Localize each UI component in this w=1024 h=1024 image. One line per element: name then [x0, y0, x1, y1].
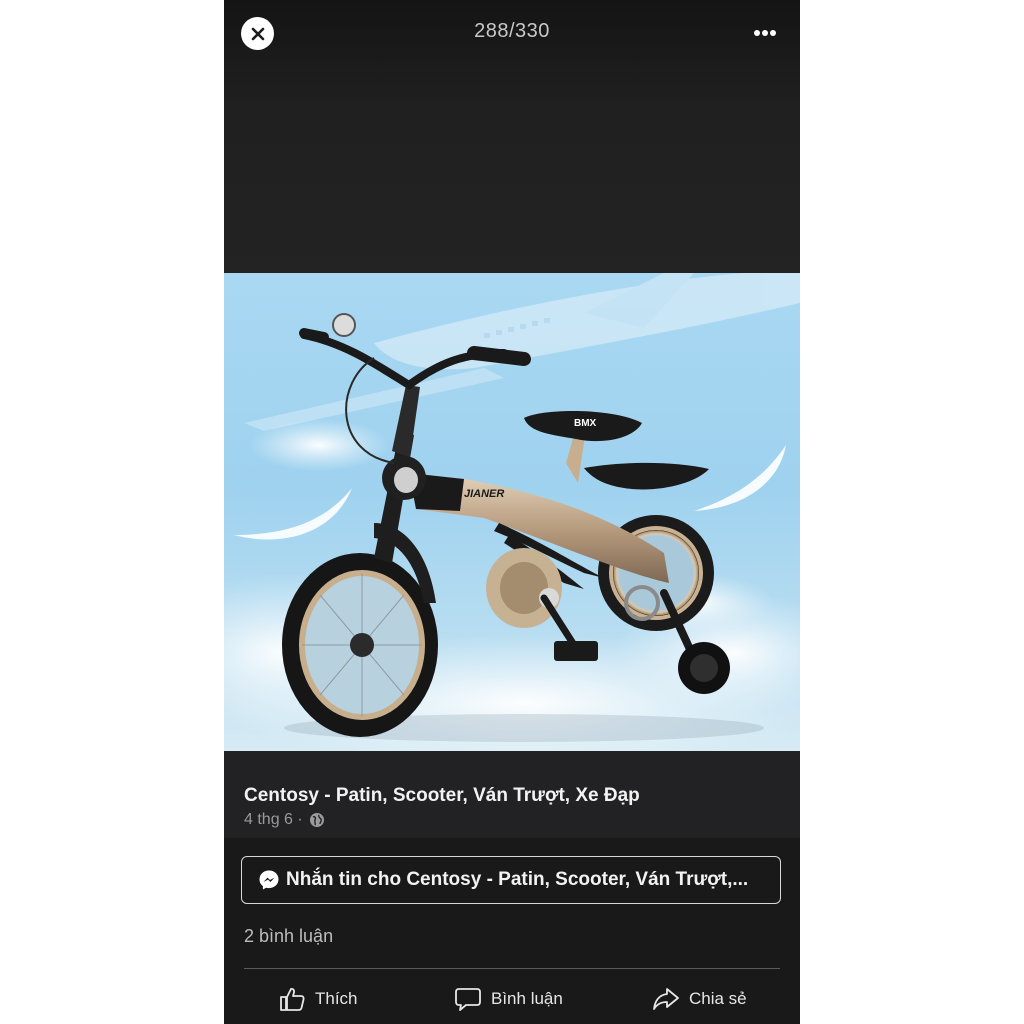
post-info: Centosy - Patin, Scooter, Ván Trượt, Xe …	[224, 751, 800, 838]
kids-bicycle-image: JIANER BMX	[224, 273, 800, 751]
action-bar: Thích Bình luận Chia sẻ	[224, 982, 800, 1016]
seat-brand-label: BMX	[574, 418, 597, 429]
more-horizontal-icon	[754, 30, 776, 36]
frame-brand-label: JIANER	[464, 488, 504, 500]
message-page-button[interactable]: Nhắn tin cho Centosy - Patin, Scooter, V…	[241, 856, 781, 904]
divider	[244, 968, 780, 969]
post-actions-panel: Nhắn tin cho Centosy - Patin, Scooter, V…	[224, 838, 800, 1024]
page-name-link[interactable]: Centosy - Patin, Scooter, Ván Trượt, Xe …	[244, 785, 640, 807]
comment-label: Bình luận	[491, 989, 563, 1008]
photo-counter: 288/330	[474, 20, 550, 42]
share-label: Chia sẻ	[689, 989, 747, 1008]
message-button-label: Nhắn tin cho Centosy - Patin, Scooter, V…	[286, 869, 749, 890]
messenger-icon	[259, 870, 279, 890]
comment-icon	[455, 988, 481, 1011]
viewer-header: 288/330	[224, 0, 800, 273]
share-button[interactable]: Chia sẻ	[652, 982, 747, 1016]
more-options-button[interactable]	[752, 22, 782, 44]
post-meta: 4 thg 6 ·	[244, 811, 325, 829]
post-date: 4 thg 6 ·	[244, 811, 303, 828]
globe-icon	[309, 813, 324, 827]
comment-button[interactable]: Bình luận	[454, 982, 563, 1016]
post-photo[interactable]: JIANER BMX	[224, 273, 800, 751]
thumbs-up-icon	[280, 988, 305, 1011]
comments-count-link[interactable]: 2 bình luận	[244, 926, 333, 947]
photo-viewer: 288/330 JIANER BMX Centosy - Patin, Scoo…	[224, 0, 800, 1024]
like-button[interactable]: Thích	[278, 982, 358, 1016]
like-label: Thích	[315, 989, 358, 1008]
share-icon	[653, 988, 679, 1010]
front-wheel	[282, 553, 438, 737]
